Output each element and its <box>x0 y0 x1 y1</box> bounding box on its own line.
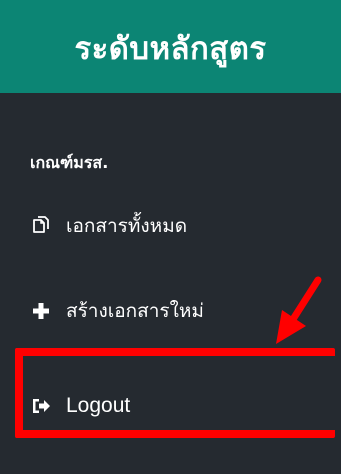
sidebar-panel: ระดับหลักสูตร เกณฑ์มรส. เอกสารทั้งหมด สร… <box>0 0 341 474</box>
sidebar-item-label: สร้างเอกสารใหม่ <box>66 300 204 322</box>
annotation-highlight-box <box>15 348 335 438</box>
sidebar-item-create-document[interactable]: สร้างเอกสารใหม่ <box>30 296 204 326</box>
sidebar-header: ระดับหลักสูตร <box>0 0 341 93</box>
plus-icon <box>30 300 52 322</box>
annotation-arrow-icon <box>276 276 322 344</box>
copy-icon <box>30 215 52 237</box>
header-title: ระดับหลักสูตร <box>74 30 267 67</box>
sidebar-item-label: เอกสารทั้งหมด <box>66 215 188 237</box>
sidebar-item-all-documents[interactable]: เอกสารทั้งหมด <box>30 211 187 241</box>
section-label: เกณฑ์มรส. <box>30 153 109 172</box>
